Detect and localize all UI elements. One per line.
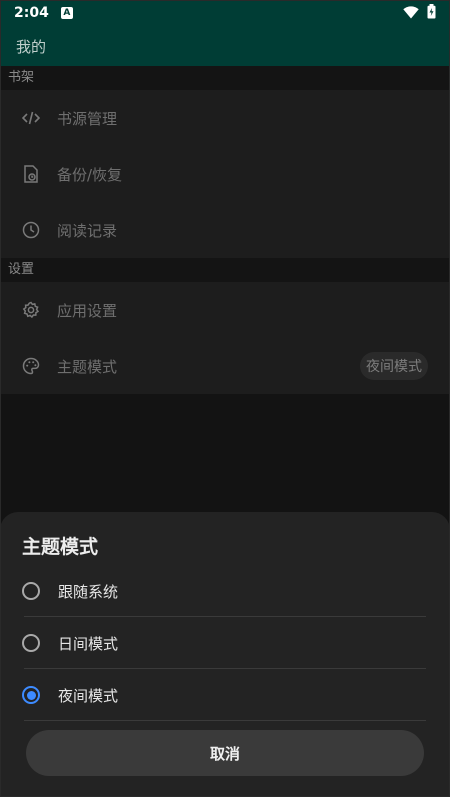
clock-icon <box>21 220 41 240</box>
menu-item-reading-history[interactable]: 阅读记录 <box>0 202 450 258</box>
theme-mode-sheet: 主题模式 跟随系统 日间模式 夜间模式 取消 <box>0 512 450 797</box>
menu-item-app-settings[interactable]: 应用设置 <box>0 282 450 338</box>
a-icon: A <box>60 7 73 19</box>
gear-icon <box>21 300 41 320</box>
divider <box>24 720 426 721</box>
option-label: 夜间模式 <box>58 686 119 705</box>
page-title: 我的 <box>16 37 47 56</box>
phone-screen: 2:04 A 我的 书架 书源管理 备份/恢复 阅读记录 设置 应用设置 主题模… <box>0 0 450 797</box>
cancel-button[interactable]: 取消 <box>26 730 424 776</box>
menu-item-book-source[interactable]: 书源管理 <box>0 90 450 146</box>
option-night-mode[interactable]: 夜间模式 <box>0 669 450 721</box>
menu-item-backup-restore[interactable]: 备份/恢复 <box>0 146 450 202</box>
backup-icon <box>21 164 41 184</box>
status-bar: 2:04 A <box>0 0 450 26</box>
menu-item-label: 阅读记录 <box>57 221 118 240</box>
app-bar: 我的 <box>0 26 450 66</box>
wifi-icon <box>403 4 419 23</box>
menu-item-label: 应用设置 <box>57 301 118 320</box>
option-day-mode[interactable]: 日间模式 <box>0 617 450 669</box>
radio-follow-system[interactable] <box>22 582 40 600</box>
section-header-settings: 设置 <box>0 258 450 282</box>
option-label: 跟随系统 <box>58 582 119 601</box>
status-icons <box>403 3 436 23</box>
group-bookshelf: 书源管理 备份/恢复 阅读记录 <box>0 90 450 258</box>
menu-item-label: 主题模式 <box>57 357 118 376</box>
sheet-title: 主题模式 <box>22 536 99 558</box>
radio-night-mode[interactable] <box>22 686 40 704</box>
code-icon <box>21 108 41 128</box>
section-header-bookshelf: 书架 <box>0 66 450 90</box>
palette-icon <box>21 356 41 376</box>
battery-icon <box>427 3 436 23</box>
option-label: 日间模式 <box>58 634 119 653</box>
theme-mode-badge: 夜间模式 <box>360 352 428 380</box>
radio-day-mode[interactable] <box>22 634 40 652</box>
group-settings: 应用设置 主题模式 夜间模式 <box>0 282 450 394</box>
status-time: 2:04 <box>14 5 49 21</box>
menu-item-label: 书源管理 <box>57 109 118 128</box>
menu-item-theme-mode[interactable]: 主题模式 夜间模式 <box>0 338 450 394</box>
menu-item-label: 备份/恢复 <box>57 165 123 184</box>
option-follow-system[interactable]: 跟随系统 <box>0 565 450 617</box>
